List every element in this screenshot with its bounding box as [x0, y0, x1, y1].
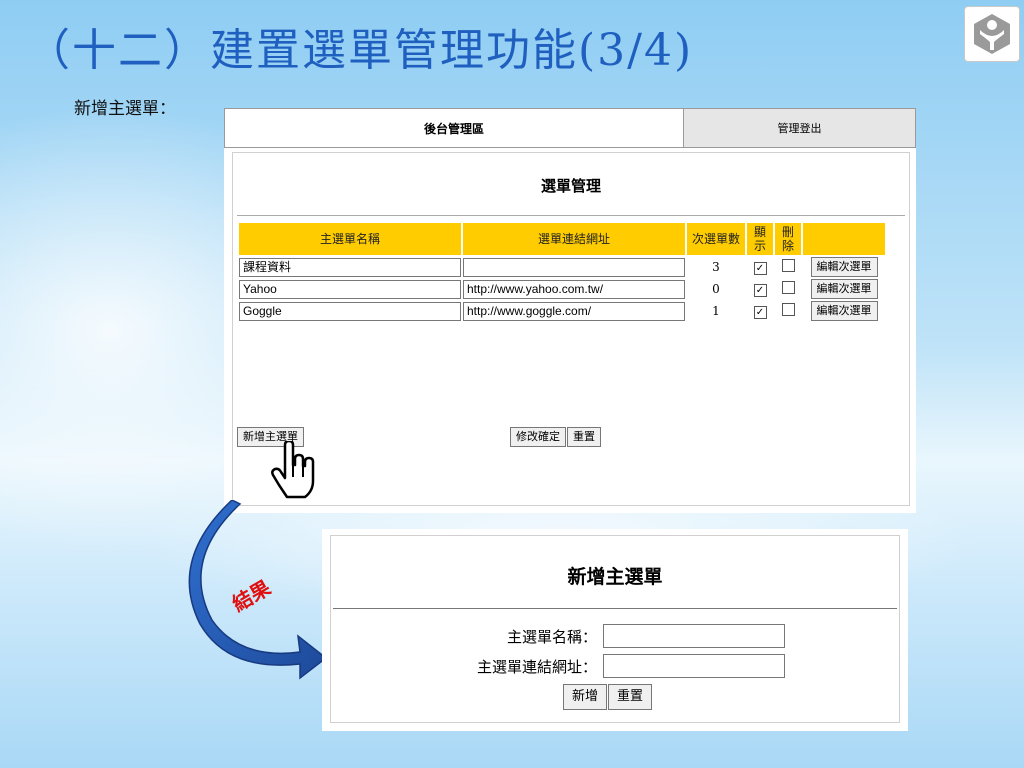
form-buttons: 新增 重置 [563, 684, 653, 710]
menu-name-input[interactable]: Goggle [239, 301, 461, 321]
menu-url-input[interactable] [463, 257, 685, 277]
accessibility-logo-icon [964, 6, 1020, 62]
column-header-delete: 刪除 [775, 223, 801, 255]
show-checkbox[interactable]: ✓ [753, 305, 767, 319]
admin-panel: 後台管理區 管理登出 選單管理 主選單名稱 選單連結網址 次選單數 顯示 刪除 … [224, 108, 916, 513]
menu-name-input[interactable]: 課程資料 [239, 257, 461, 277]
table-row: Goggle http://www.goggle.com/ 1 ✓ 編輯次選單 [239, 301, 885, 321]
table-row: 課程資料 3 ✓ 編輯次選單 [239, 257, 885, 277]
delete-checkbox[interactable] [781, 303, 795, 316]
form-actions: 修改確定 重置 [510, 427, 601, 447]
edit-submenu-button[interactable]: 編輯次選單 [810, 279, 878, 299]
sub-menu-count: 1 [712, 304, 720, 318]
menu-management-panel: 選單管理 主選單名稱 選單連結網址 次選單數 顯示 刪除 課程資料 3 ✓ 編輯… [232, 152, 910, 506]
admin-area-title: 後台管理區 [224, 108, 684, 148]
form-panel: 新增主選單 主選單名稱： 主選單連結網址： 新增 重置 [330, 535, 900, 723]
menu-management-heading: 選單管理 [540, 177, 601, 195]
column-header-show: 顯示 [747, 223, 773, 255]
url-row: 主選單連結網址： [331, 654, 785, 678]
column-header-edit [803, 223, 885, 255]
show-checkbox[interactable]: ✓ [753, 283, 767, 297]
column-header-sub-count: 次選單數 [687, 223, 745, 255]
sub-menu-count: 0 [712, 282, 720, 296]
column-header-url: 選單連結網址 [463, 223, 685, 255]
edit-submenu-button[interactable]: 編輯次選單 [810, 257, 878, 277]
menu-name-input[interactable]: Yahoo [239, 279, 461, 299]
table-row: Yahoo http://www.yahoo.com.tw/ 0 ✓ 編輯次選單 [239, 279, 885, 299]
sub-menu-count: 3 [712, 260, 720, 274]
admin-header: 後台管理區 管理登出 [224, 108, 916, 148]
section-subtitle: 新增主選單： [74, 99, 176, 119]
table-header-row: 主選單名稱 選單連結網址 次選單數 顯示 刪除 [239, 223, 885, 255]
divider [333, 608, 897, 609]
divider [237, 215, 905, 216]
show-checkbox[interactable]: ✓ [753, 261, 767, 275]
menu-table: 主選單名稱 選單連結網址 次選單數 顯示 刪除 課程資料 3 ✓ 編輯次選單 Y… [237, 221, 887, 323]
add-main-menu-form: 新增主選單 主選單名稱： 主選單連結網址： 新增 重置 [322, 529, 908, 731]
reset-button[interactable]: 重置 [608, 684, 653, 710]
menu-url-field[interactable] [603, 654, 785, 678]
hand-pointer-icon [271, 439, 319, 502]
delete-checkbox[interactable] [781, 281, 795, 294]
menu-url-input[interactable]: http://www.goggle.com/ [463, 301, 685, 321]
column-header-name: 主選單名稱 [239, 223, 461, 255]
edit-submenu-button[interactable]: 編輯次選單 [810, 301, 878, 321]
menu-name-label: 主選單名稱： [506, 627, 597, 646]
add-button[interactable]: 新增 [563, 684, 608, 710]
delete-checkbox[interactable] [781, 259, 795, 272]
logout-link[interactable]: 管理登出 [684, 108, 916, 148]
slide-title: （十二）建置選單管理功能(3/4) [26, 25, 694, 76]
form-heading: 新增主選單 [567, 566, 663, 588]
menu-url-input[interactable]: http://www.yahoo.com.tw/ [463, 279, 685, 299]
confirm-changes-button[interactable]: 修改確定 [510, 427, 566, 447]
menu-url-label: 主選單連結網址： [476, 657, 597, 676]
name-row: 主選單名稱： [331, 624, 785, 648]
reset-button[interactable]: 重置 [567, 427, 601, 447]
menu-name-field[interactable] [603, 624, 785, 648]
